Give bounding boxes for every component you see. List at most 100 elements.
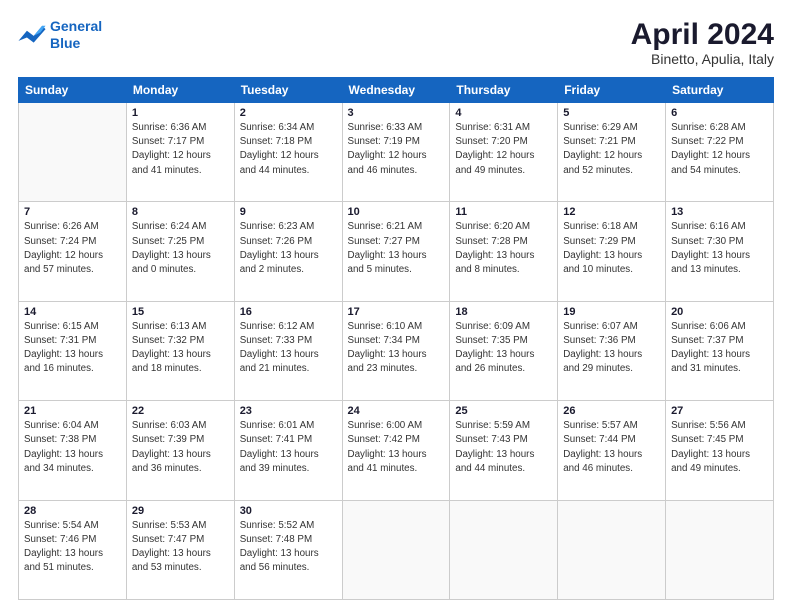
day-info: Sunrise: 6:31 AM Sunset: 7:20 PM Dayligh… bbox=[455, 121, 552, 178]
calendar-day-9: 9Sunrise: 6:23 AM Sunset: 7:26 PM Daylig… bbox=[234, 202, 342, 301]
day-number: 7 bbox=[24, 206, 121, 218]
title-block: April 2024 Binetto, Apulia, Italy bbox=[631, 18, 774, 67]
calendar-day-27: 27Sunrise: 5:56 AM Sunset: 7:45 PM Dayli… bbox=[666, 401, 774, 500]
day-number: 10 bbox=[348, 206, 445, 218]
day-info: Sunrise: 5:52 AM Sunset: 7:48 PM Dayligh… bbox=[240, 519, 337, 576]
day-number: 22 bbox=[132, 405, 229, 417]
calendar-empty bbox=[342, 500, 450, 599]
day-number: 5 bbox=[563, 107, 660, 119]
calendar-day-8: 8Sunrise: 6:24 AM Sunset: 7:25 PM Daylig… bbox=[126, 202, 234, 301]
day-info: Sunrise: 6:26 AM Sunset: 7:24 PM Dayligh… bbox=[24, 220, 121, 277]
calendar-day-7: 7 Sunrise: 6:26 AM Sunset: 7:24 PM Daylig… bbox=[19, 202, 127, 301]
calendar-week-row: 21Sunrise: 6:04 AM Sunset: 7:38 PM Dayli… bbox=[19, 401, 774, 500]
day-info: Sunrise: 6:12 AM Sunset: 7:33 PM Dayligh… bbox=[240, 320, 337, 377]
day-info: Sunrise: 6:20 AM Sunset: 7:28 PM Dayligh… bbox=[455, 220, 552, 277]
day-number: 3 bbox=[348, 107, 445, 119]
day-number: 20 bbox=[671, 306, 768, 318]
day-info: Sunrise: 6:15 AM Sunset: 7:31 PM Dayligh… bbox=[24, 320, 121, 377]
day-info: Sunrise: 6:18 AM Sunset: 7:29 PM Dayligh… bbox=[563, 220, 660, 277]
day-number: 28 bbox=[24, 505, 121, 517]
calendar-day-20: 20 Sunrise: 6:06 AM Sunset: 7:37 PM Dayli… bbox=[666, 301, 774, 400]
calendar-day-12: 12 Sunrise: 6:18 AM Sunset: 7:29 PM Dayli… bbox=[558, 202, 666, 301]
day-info: Sunrise: 6:10 AM Sunset: 7:34 PM Dayligh… bbox=[348, 320, 445, 377]
day-info: Sunrise: 6:21 AM Sunset: 7:27 PM Dayligh… bbox=[348, 220, 445, 277]
day-number: 19 bbox=[563, 306, 660, 318]
calendar-day-17: 17 Sunrise: 6:10 AM Sunset: 7:34 PM Dayli… bbox=[342, 301, 450, 400]
day-info: Sunrise: 6:04 AM Sunset: 7:38 PM Dayligh… bbox=[24, 419, 121, 476]
day-number: 12 bbox=[563, 206, 660, 218]
day-number: 26 bbox=[563, 405, 660, 417]
day-number: 25 bbox=[455, 405, 552, 417]
calendar-empty bbox=[666, 500, 774, 599]
day-number: 23 bbox=[240, 405, 337, 417]
calendar-table: SundayMondayTuesdayWednesdayThursdayFrid… bbox=[18, 77, 774, 600]
day-number: 16 bbox=[240, 306, 337, 318]
calendar-day-23: 23Sunrise: 6:01 AM Sunset: 7:41 PM Dayli… bbox=[234, 401, 342, 500]
calendar-day-19: 19 Sunrise: 6:07 AM Sunset: 7:36 PM Dayli… bbox=[558, 301, 666, 400]
day-number: 1 bbox=[132, 107, 229, 119]
day-info: Sunrise: 6:33 AM Sunset: 7:19 PM Dayligh… bbox=[348, 121, 445, 178]
calendar-day-14: 14Sunrise: 6:15 AM Sunset: 7:31 PM Dayli… bbox=[19, 301, 127, 400]
logo: General Blue bbox=[18, 18, 102, 52]
day-info: Sunrise: 6:16 AM Sunset: 7:30 PM Dayligh… bbox=[671, 220, 768, 277]
calendar-week-row: 1 Sunrise: 6:36 AM Sunset: 7:17 PM Daylig… bbox=[19, 103, 774, 202]
day-number: 24 bbox=[348, 405, 445, 417]
calendar-day-22: 22 Sunrise: 6:03 AM Sunset: 7:39 PM Dayli… bbox=[126, 401, 234, 500]
calendar-day-11: 11 Sunrise: 6:20 AM Sunset: 7:28 PM Dayli… bbox=[450, 202, 558, 301]
day-info: Sunrise: 6:13 AM Sunset: 7:32 PM Dayligh… bbox=[132, 320, 229, 377]
day-number: 27 bbox=[671, 405, 768, 417]
day-number: 13 bbox=[671, 206, 768, 218]
day-number: 11 bbox=[455, 206, 552, 218]
day-info: Sunrise: 6:34 AM Sunset: 7:18 PM Dayligh… bbox=[240, 121, 337, 178]
calendar-day-26: 26 Sunrise: 5:57 AM Sunset: 7:44 PM Dayli… bbox=[558, 401, 666, 500]
calendar-day-4: 4Sunrise: 6:31 AM Sunset: 7:20 PM Daylig… bbox=[450, 103, 558, 202]
day-number: 8 bbox=[132, 206, 229, 218]
day-info: Sunrise: 6:36 AM Sunset: 7:17 PM Dayligh… bbox=[132, 121, 229, 178]
day-number: 17 bbox=[348, 306, 445, 318]
header: General Blue April 2024 Binetto, Apulia,… bbox=[18, 18, 774, 67]
weekday-header-tuesday: Tuesday bbox=[234, 78, 342, 103]
day-info: Sunrise: 5:53 AM Sunset: 7:47 PM Dayligh… bbox=[132, 519, 229, 576]
calendar-day-30: 30Sunrise: 5:52 AM Sunset: 7:48 PM Dayli… bbox=[234, 500, 342, 599]
weekday-header-thursday: Thursday bbox=[450, 78, 558, 103]
calendar-day-18: 18Sunrise: 6:09 AM Sunset: 7:35 PM Dayli… bbox=[450, 301, 558, 400]
calendar-day-10: 10 Sunrise: 6:21 AM Sunset: 7:27 PM Dayli… bbox=[342, 202, 450, 301]
day-number: 2 bbox=[240, 107, 337, 119]
logo-line2: Blue bbox=[50, 35, 80, 51]
day-info: Sunrise: 6:03 AM Sunset: 7:39 PM Dayligh… bbox=[132, 419, 229, 476]
day-info: Sunrise: 6:28 AM Sunset: 7:22 PM Dayligh… bbox=[671, 121, 768, 178]
weekday-header-monday: Monday bbox=[126, 78, 234, 103]
day-number: 6 bbox=[671, 107, 768, 119]
day-number: 29 bbox=[132, 505, 229, 517]
weekday-header-saturday: Saturday bbox=[666, 78, 774, 103]
logo-icon bbox=[18, 24, 46, 46]
calendar-day-28: 28 Sunrise: 5:54 AM Sunset: 7:46 PM Dayli… bbox=[19, 500, 127, 599]
weekday-header-row: SundayMondayTuesdayWednesdayThursdayFrid… bbox=[19, 78, 774, 103]
subtitle: Binetto, Apulia, Italy bbox=[631, 51, 774, 67]
day-info: Sunrise: 6:23 AM Sunset: 7:26 PM Dayligh… bbox=[240, 220, 337, 277]
calendar-day-29: 29 Sunrise: 5:53 AM Sunset: 7:47 PM Dayli… bbox=[126, 500, 234, 599]
calendar-day-16: 16 Sunrise: 6:12 AM Sunset: 7:33 PM Dayli… bbox=[234, 301, 342, 400]
calendar-day-13: 13 Sunrise: 6:16 AM Sunset: 7:30 PM Dayli… bbox=[666, 202, 774, 301]
day-number: 18 bbox=[455, 306, 552, 318]
weekday-header-wednesday: Wednesday bbox=[342, 78, 450, 103]
day-info: Sunrise: 6:06 AM Sunset: 7:37 PM Dayligh… bbox=[671, 320, 768, 377]
calendar-week-row: 7 Sunrise: 6:26 AM Sunset: 7:24 PM Daylig… bbox=[19, 202, 774, 301]
calendar-day-21: 21Sunrise: 6:04 AM Sunset: 7:38 PM Dayli… bbox=[19, 401, 127, 500]
calendar-day-6: 6 Sunrise: 6:28 AM Sunset: 7:22 PM Daylig… bbox=[666, 103, 774, 202]
logo-text: General Blue bbox=[50, 18, 102, 52]
calendar-week-row: 28 Sunrise: 5:54 AM Sunset: 7:46 PM Dayli… bbox=[19, 500, 774, 599]
calendar-day-2: 2 Sunrise: 6:34 AM Sunset: 7:18 PM Daylig… bbox=[234, 103, 342, 202]
day-info: Sunrise: 6:07 AM Sunset: 7:36 PM Dayligh… bbox=[563, 320, 660, 377]
day-info: Sunrise: 5:57 AM Sunset: 7:44 PM Dayligh… bbox=[563, 419, 660, 476]
calendar-day-1: 1 Sunrise: 6:36 AM Sunset: 7:17 PM Daylig… bbox=[126, 103, 234, 202]
day-number: 15 bbox=[132, 306, 229, 318]
logo-line1: General bbox=[50, 18, 102, 34]
weekday-header-sunday: Sunday bbox=[19, 78, 127, 103]
calendar-empty bbox=[19, 103, 127, 202]
calendar-day-25: 25Sunrise: 5:59 AM Sunset: 7:43 PM Dayli… bbox=[450, 401, 558, 500]
calendar-day-24: 24Sunrise: 6:00 AM Sunset: 7:42 PM Dayli… bbox=[342, 401, 450, 500]
calendar-week-row: 14Sunrise: 6:15 AM Sunset: 7:31 PM Dayli… bbox=[19, 301, 774, 400]
calendar-day-3: 3 Sunrise: 6:33 AM Sunset: 7:19 PM Daylig… bbox=[342, 103, 450, 202]
day-info: Sunrise: 5:54 AM Sunset: 7:46 PM Dayligh… bbox=[24, 519, 121, 576]
